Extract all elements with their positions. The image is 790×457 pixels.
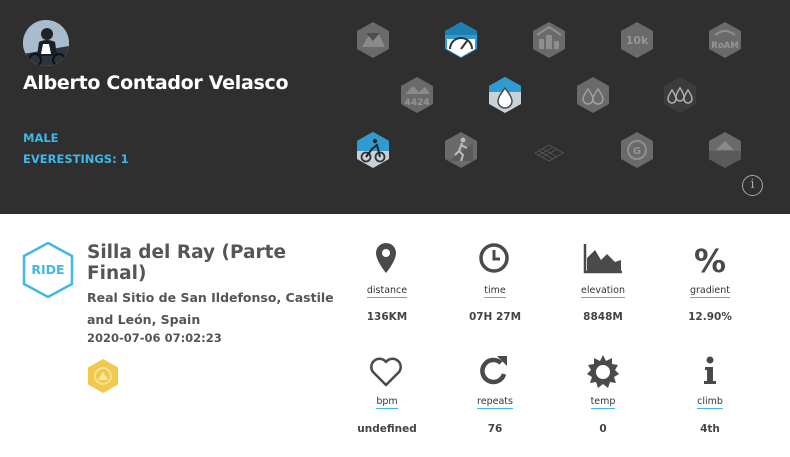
roam-badge-icon[interactable]: RoAM — [707, 21, 743, 59]
percent-icon: % — [686, 240, 734, 280]
athlete-name: Alberto Contador Velasco — [23, 72, 289, 94]
stat-value-elevation: 8848M — [583, 311, 623, 323]
avatar[interactable] — [23, 20, 69, 66]
stat-label-climb[interactable]: climb — [665, 396, 755, 409]
ride-datetime: 2020-07-06 07:02:23 — [87, 331, 222, 345]
stat-value-climb: 4th — [700, 423, 720, 435]
info-icon — [686, 352, 734, 392]
sun-icon — [579, 352, 627, 392]
stat-value-temp: 0 — [599, 423, 607, 435]
grid-badge-icon[interactable] — [531, 131, 567, 169]
profile-header: Alberto Contador Velasco MALE EVERESTING… — [0, 0, 790, 214]
stat-value-distance: 136KM — [366, 311, 408, 323]
info-button[interactable]: i — [742, 175, 763, 196]
everestings-count: EVERESTINGS: 1 — [23, 152, 129, 166]
ride-type-badge: RIDE — [21, 241, 75, 299]
stat-label-repeats[interactable]: repeats — [450, 396, 540, 409]
svg-text:%: % — [694, 242, 726, 280]
gold-everest-badge-icon — [86, 358, 120, 394]
mountain-badge-icon[interactable] — [355, 21, 391, 59]
stat-value-repeats: 76 — [487, 423, 503, 435]
heart-icon — [362, 352, 410, 392]
stat-label-gradient[interactable]: gradient — [665, 285, 755, 298]
stat-label-elevation[interactable]: elevation — [558, 285, 648, 298]
cyclist-badge-icon[interactable] — [355, 131, 391, 169]
4424-badge-icon[interactable]: 4424 — [399, 76, 435, 114]
stat-value-time: 07H 27M — [468, 311, 522, 323]
svg-text:4424: 4424 — [404, 98, 429, 108]
segment-location: Real Sitio de San Ildefonso, Castile and… — [87, 290, 334, 327]
svg-text:G: G — [633, 146, 641, 157]
single-drop-badge-icon[interactable] — [487, 76, 523, 114]
svg-text:RoAM: RoAM — [711, 41, 738, 51]
stat-label-bpm[interactable]: bpm — [342, 396, 432, 409]
clock-icon — [470, 240, 518, 280]
city-badge-icon[interactable] — [531, 21, 567, 59]
runner-badge-icon[interactable] — [443, 131, 479, 169]
athlete-gender: MALE — [23, 131, 59, 145]
double-drop-badge-icon[interactable] — [575, 76, 611, 114]
stat-value-gradient: 12.90% — [688, 311, 732, 323]
circle-g-badge-icon[interactable]: G — [619, 131, 655, 169]
segment-title[interactable]: Silla del Ray (Parte Final) — [87, 242, 297, 284]
elevation-chart-icon — [579, 240, 627, 280]
stat-label-distance[interactable]: distance — [342, 285, 432, 298]
ride-type-label: RIDE — [31, 262, 65, 277]
10k-badge-icon[interactable]: 10k — [619, 21, 655, 59]
location-pin-icon — [362, 240, 410, 280]
stat-label-temp[interactable]: temp — [558, 396, 648, 409]
svg-text:10k: 10k — [626, 34, 649, 47]
triple-drop-badge-icon[interactable] — [662, 76, 698, 114]
stat-value-bpm: undefined — [357, 423, 417, 435]
everesting-profile: Alberto Contador Velasco MALE EVERESTING… — [0, 0, 790, 457]
refresh-icon — [470, 352, 518, 392]
stat-label-time[interactable]: time — [450, 285, 540, 298]
gauge-badge-icon[interactable] — [443, 21, 479, 59]
mountain-box-badge-icon[interactable] — [707, 131, 743, 169]
